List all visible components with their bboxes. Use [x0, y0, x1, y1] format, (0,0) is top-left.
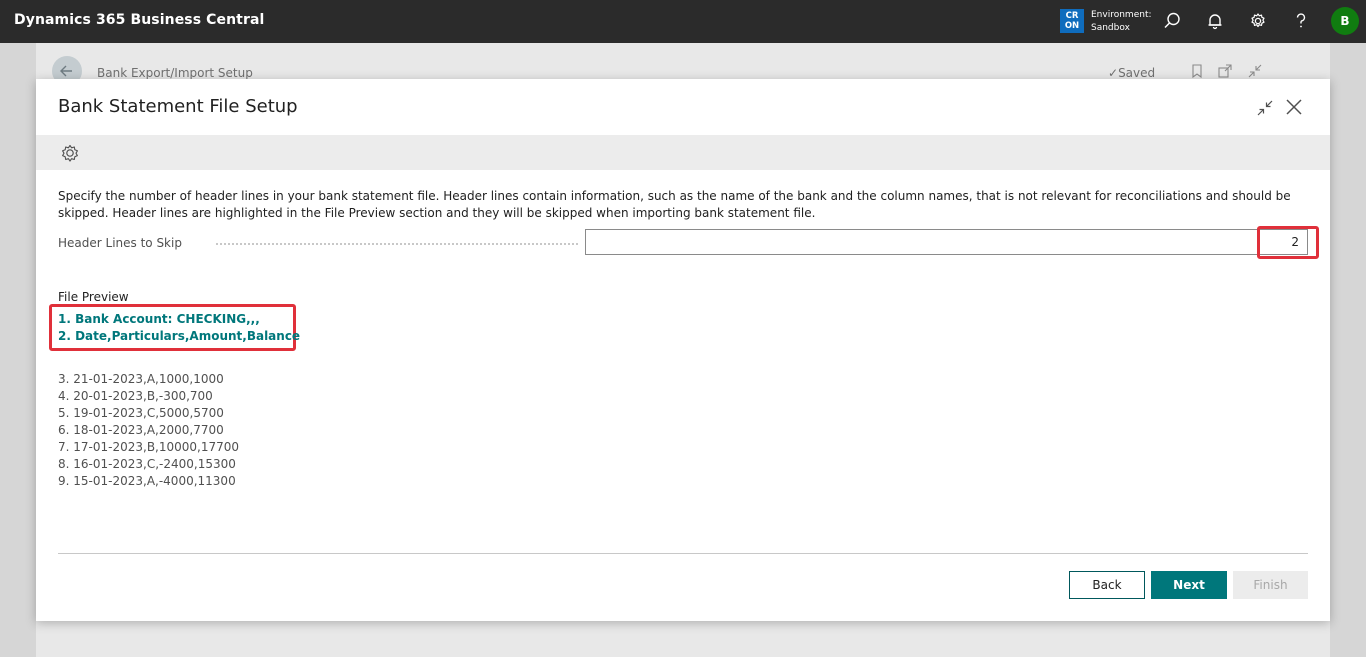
bookmark-icon[interactable] — [1190, 64, 1204, 78]
preview-data-line: 3. 21-01-2023,A,1000,1000 — [58, 372, 224, 386]
back-button[interactable]: Back — [1069, 571, 1145, 599]
setup-dialog: Bank Statement File Setup Specify the nu… — [36, 79, 1330, 621]
environment-label: Environment: — [1091, 10, 1152, 20]
bell-icon[interactable] — [1205, 11, 1225, 31]
help-icon[interactable] — [1291, 11, 1311, 31]
search-icon[interactable] — [1162, 11, 1182, 31]
checkmark-icon: ✓ — [1108, 66, 1119, 80]
environment-badge[interactable]: CR ON — [1060, 9, 1084, 33]
header-lines-input[interactable] — [585, 229, 1308, 255]
collapse-icon[interactable] — [1248, 64, 1262, 78]
gear-icon[interactable] — [1248, 11, 1268, 31]
preview-data-line: 4. 20-01-2023,B,-300,700 — [58, 389, 213, 403]
user-avatar[interactable]: B — [1331, 7, 1359, 35]
gear-icon[interactable] — [58, 141, 82, 165]
finish-button[interactable]: Finish — [1233, 571, 1308, 599]
open-new-window-icon[interactable] — [1218, 64, 1232, 78]
saved-status: ✓Saved — [1108, 66, 1155, 80]
preview-data-line: 9. 15-01-2023,A,-4000,11300 — [58, 474, 236, 488]
header-lines-label: Header Lines to Skip — [58, 236, 182, 250]
footer-divider — [58, 553, 1308, 554]
next-button[interactable]: Next — [1151, 571, 1227, 599]
saved-label: Saved — [1118, 66, 1156, 80]
dialog-toolbar — [36, 135, 1330, 170]
preview-data-line: 8. 16-01-2023,C,-2400,15300 — [58, 457, 236, 471]
input-highlight-box — [1257, 226, 1319, 259]
breadcrumb: Bank Export/Import Setup — [97, 66, 253, 80]
preview-data-line: 6. 18-01-2023,A,2000,7700 — [58, 423, 224, 437]
dialog-title: Bank Statement File Setup — [58, 96, 298, 117]
preview-header-line: 2. Date,Particulars,Amount,Balance — [58, 329, 301, 343]
collapse-icon[interactable] — [1256, 99, 1274, 117]
app-title[interactable]: Dynamics 365 Business Central — [14, 12, 264, 28]
environment-name: Sandbox — [1091, 23, 1130, 33]
close-icon[interactable] — [1285, 98, 1303, 116]
instruction-text: Specify the number of header lines in yo… — [58, 189, 1291, 220]
preview-data-line: 7. 17-01-2023,B,10000,17700 — [58, 440, 240, 454]
field-leader-dots — [216, 243, 578, 245]
preview-data-line: 5. 19-01-2023,C,5000,5700 — [58, 406, 224, 420]
top-bar: Dynamics 365 Business Central CR ON Envir… — [0, 0, 1366, 43]
preview-header-line: 1. Bank Account: CHECKING,,, — [58, 312, 260, 326]
file-preview-label: File Preview — [58, 290, 129, 304]
environment-info[interactable]: Environment: Sandbox — [1091, 9, 1152, 35]
